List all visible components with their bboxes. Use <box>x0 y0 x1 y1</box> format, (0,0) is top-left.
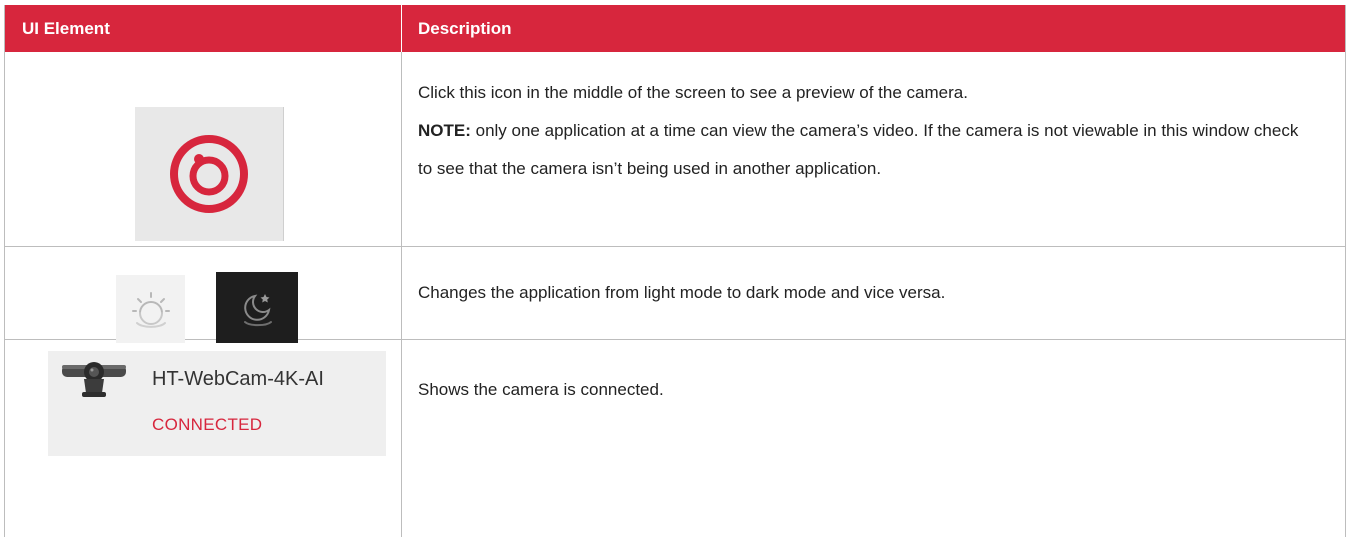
connection-status: CONNECTED <box>152 415 263 434</box>
table-row: HT-WebCam-4K-AI CONNECTED Shows the came… <box>5 340 1345 537</box>
sun-icon <box>131 292 170 328</box>
table-row: Changes the application from light mode … <box>5 247 1345 343</box>
ui-element-cell <box>5 52 402 246</box>
table-row: Click this icon in the middle of the scr… <box>5 52 1345 247</box>
camera-status-card[interactable]: HT-WebCam-4K-AI CONNECTED <box>48 351 386 456</box>
webcam-icon <box>62 362 126 397</box>
camera-preview-target-icon <box>170 135 248 213</box>
camera-preview-button[interactable] <box>135 107 284 241</box>
description-cell: Click this icon in the middle of the scr… <box>402 52 1345 246</box>
description-line: Click this icon in the middle of the scr… <box>418 83 968 102</box>
camera-device-name: HT-WebCam-4K-AI <box>152 368 324 390</box>
header-description: Description <box>418 18 512 38</box>
ui-elements-table: UI Element Description Click this icon i… <box>4 5 1346 537</box>
description-cell: Changes the application from light mode … <box>418 283 946 302</box>
ui-element-cell: HT-WebCam-4K-AI CONNECTED <box>5 340 402 537</box>
table-header: UI Element Description <box>5 5 1345 52</box>
description-cell: Shows the camera is connected. <box>418 380 664 399</box>
note-label: NOTE: <box>418 121 471 140</box>
dark-mode-button[interactable] <box>216 272 298 343</box>
note-paragraph: NOTE: only one application at a time can… <box>418 112 1315 188</box>
light-mode-button[interactable] <box>116 275 185 343</box>
note-text: only one application at a time can view … <box>418 121 1299 178</box>
moon-star-icon <box>244 293 272 326</box>
ui-element-cell <box>5 247 402 343</box>
header-ui-element: UI Element <box>5 5 402 52</box>
